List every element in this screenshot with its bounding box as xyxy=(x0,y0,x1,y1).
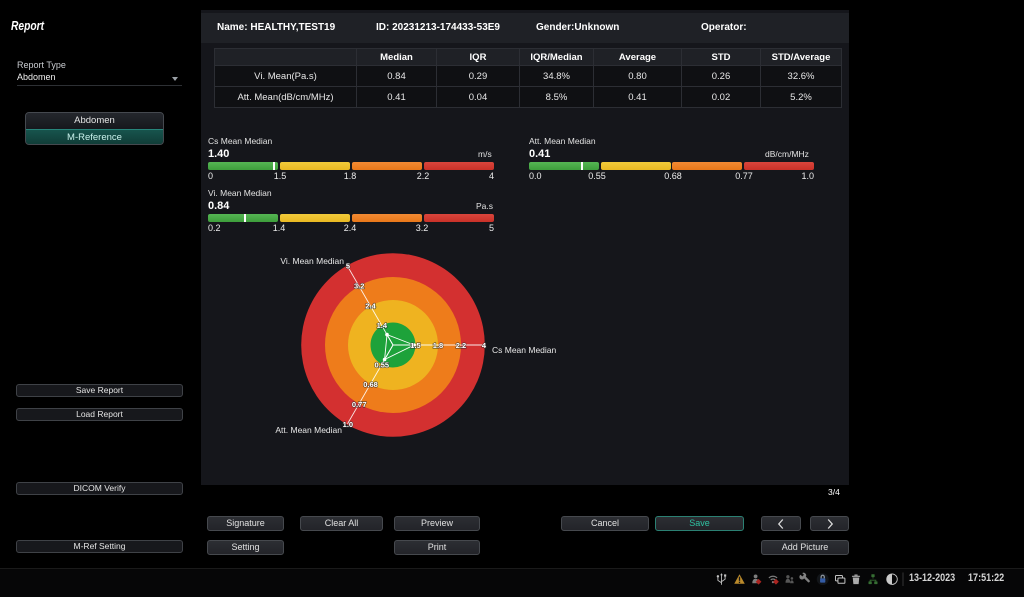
svg-text:4: 4 xyxy=(482,341,487,350)
svg-text:5: 5 xyxy=(346,262,350,271)
svg-text:Vi. Mean Median: Vi. Mean Median xyxy=(280,256,344,266)
svg-text:0.77: 0.77 xyxy=(352,400,367,409)
svg-text:2.2: 2.2 xyxy=(456,341,466,350)
svg-text:0.68: 0.68 xyxy=(363,380,378,389)
svg-text:1.5: 1.5 xyxy=(410,341,420,350)
svg-text:3.2: 3.2 xyxy=(354,282,364,291)
svg-text:Att. Mean Median: Att. Mean Median xyxy=(275,425,342,435)
svg-text:1.0: 1.0 xyxy=(343,420,353,429)
svg-text:0.55: 0.55 xyxy=(374,361,389,370)
svg-text:2.4: 2.4 xyxy=(365,302,376,311)
svg-text:Cs Mean Median: Cs Mean Median xyxy=(492,345,557,355)
svg-text:1.4: 1.4 xyxy=(377,321,388,330)
svg-text:1.8: 1.8 xyxy=(433,341,443,350)
